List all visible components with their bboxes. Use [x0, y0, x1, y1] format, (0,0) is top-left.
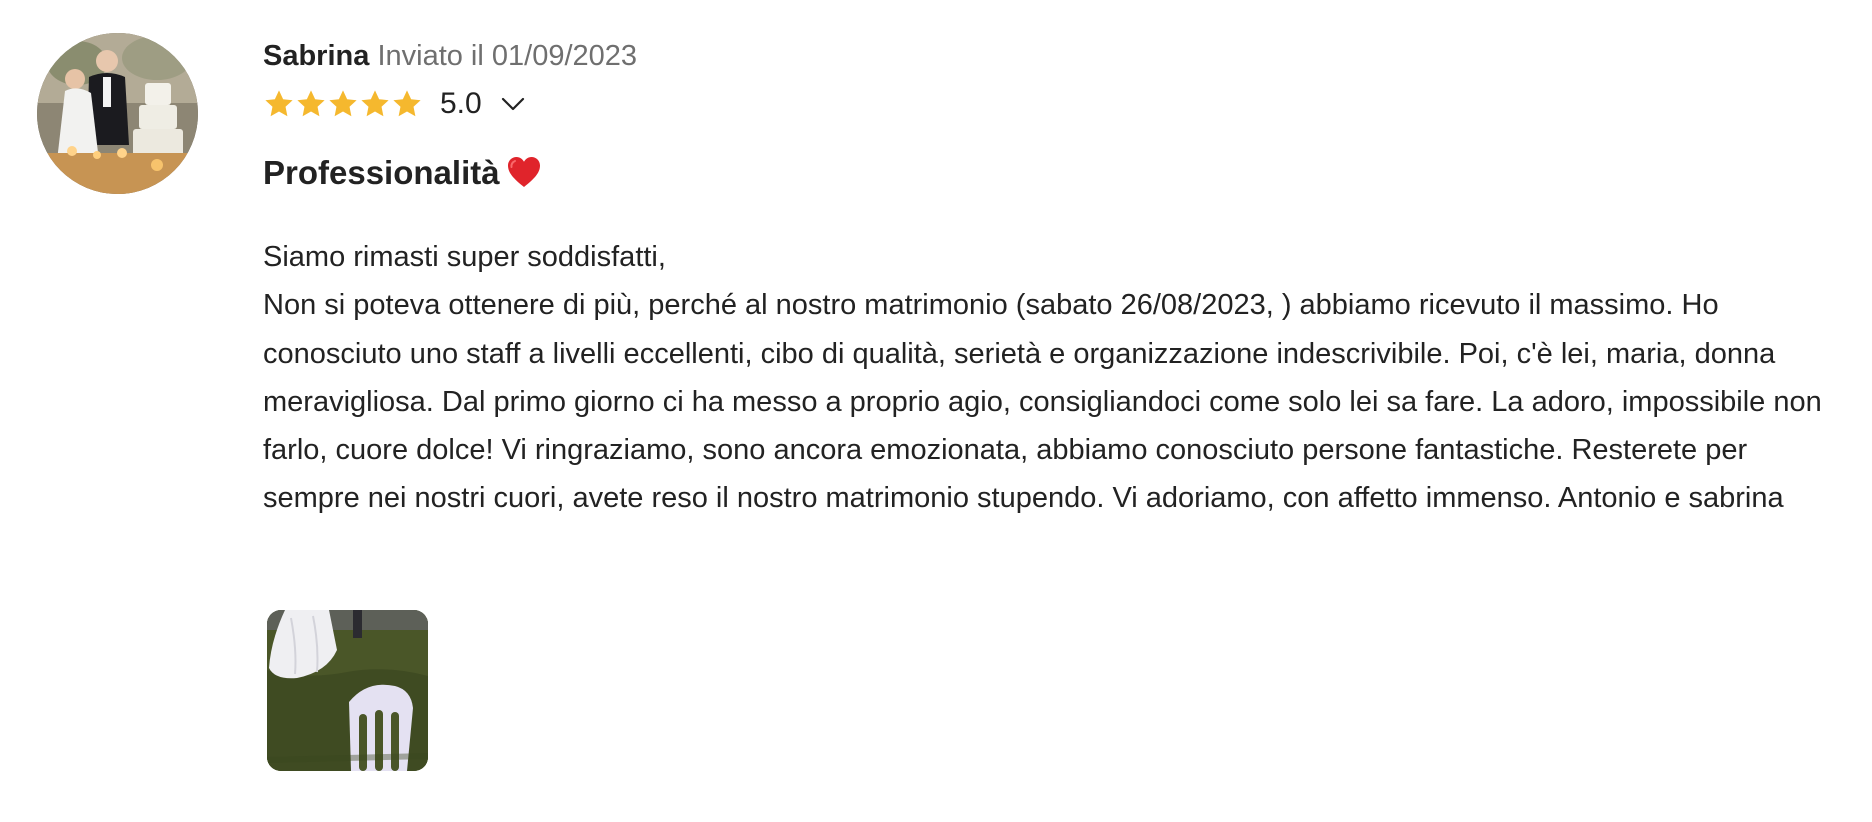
rating-value: 5.0	[440, 87, 482, 120]
review-photo-thumbnail[interactable]	[267, 610, 428, 771]
star-icon	[265, 90, 293, 117]
author-name[interactable]: Sabrina	[263, 40, 369, 72]
rating-row[interactable]: 5.0	[263, 86, 526, 122]
review-body: Siamo rimasti super soddisfatti, Non si …	[263, 233, 1833, 523]
heart-icon	[507, 157, 540, 187]
review-body-line: Siamo rimasti super soddisfatti,	[263, 241, 666, 273]
star-icon	[361, 90, 389, 117]
avatar-photo	[37, 33, 198, 194]
review-header: Sabrina Inviato il 01/09/2023	[263, 38, 637, 74]
star-icon	[393, 90, 421, 117]
review-body-line: Non si poteva ottenere di più, perché al…	[263, 289, 1822, 515]
star-icon	[329, 90, 357, 117]
avatar[interactable]	[37, 33, 198, 194]
sent-date: Inviato il 01/09/2023	[377, 40, 638, 72]
review-title: Professionalità	[263, 152, 542, 194]
review-card: Sabrina Inviato il 01/09/2023 5.0 Profes…	[0, 0, 1872, 822]
star-icon	[297, 90, 325, 117]
chevron-down-icon[interactable]	[500, 95, 526, 113]
review-photo	[267, 610, 428, 771]
review-title-text: Professionalità	[263, 154, 500, 191]
star-rating	[263, 88, 423, 120]
